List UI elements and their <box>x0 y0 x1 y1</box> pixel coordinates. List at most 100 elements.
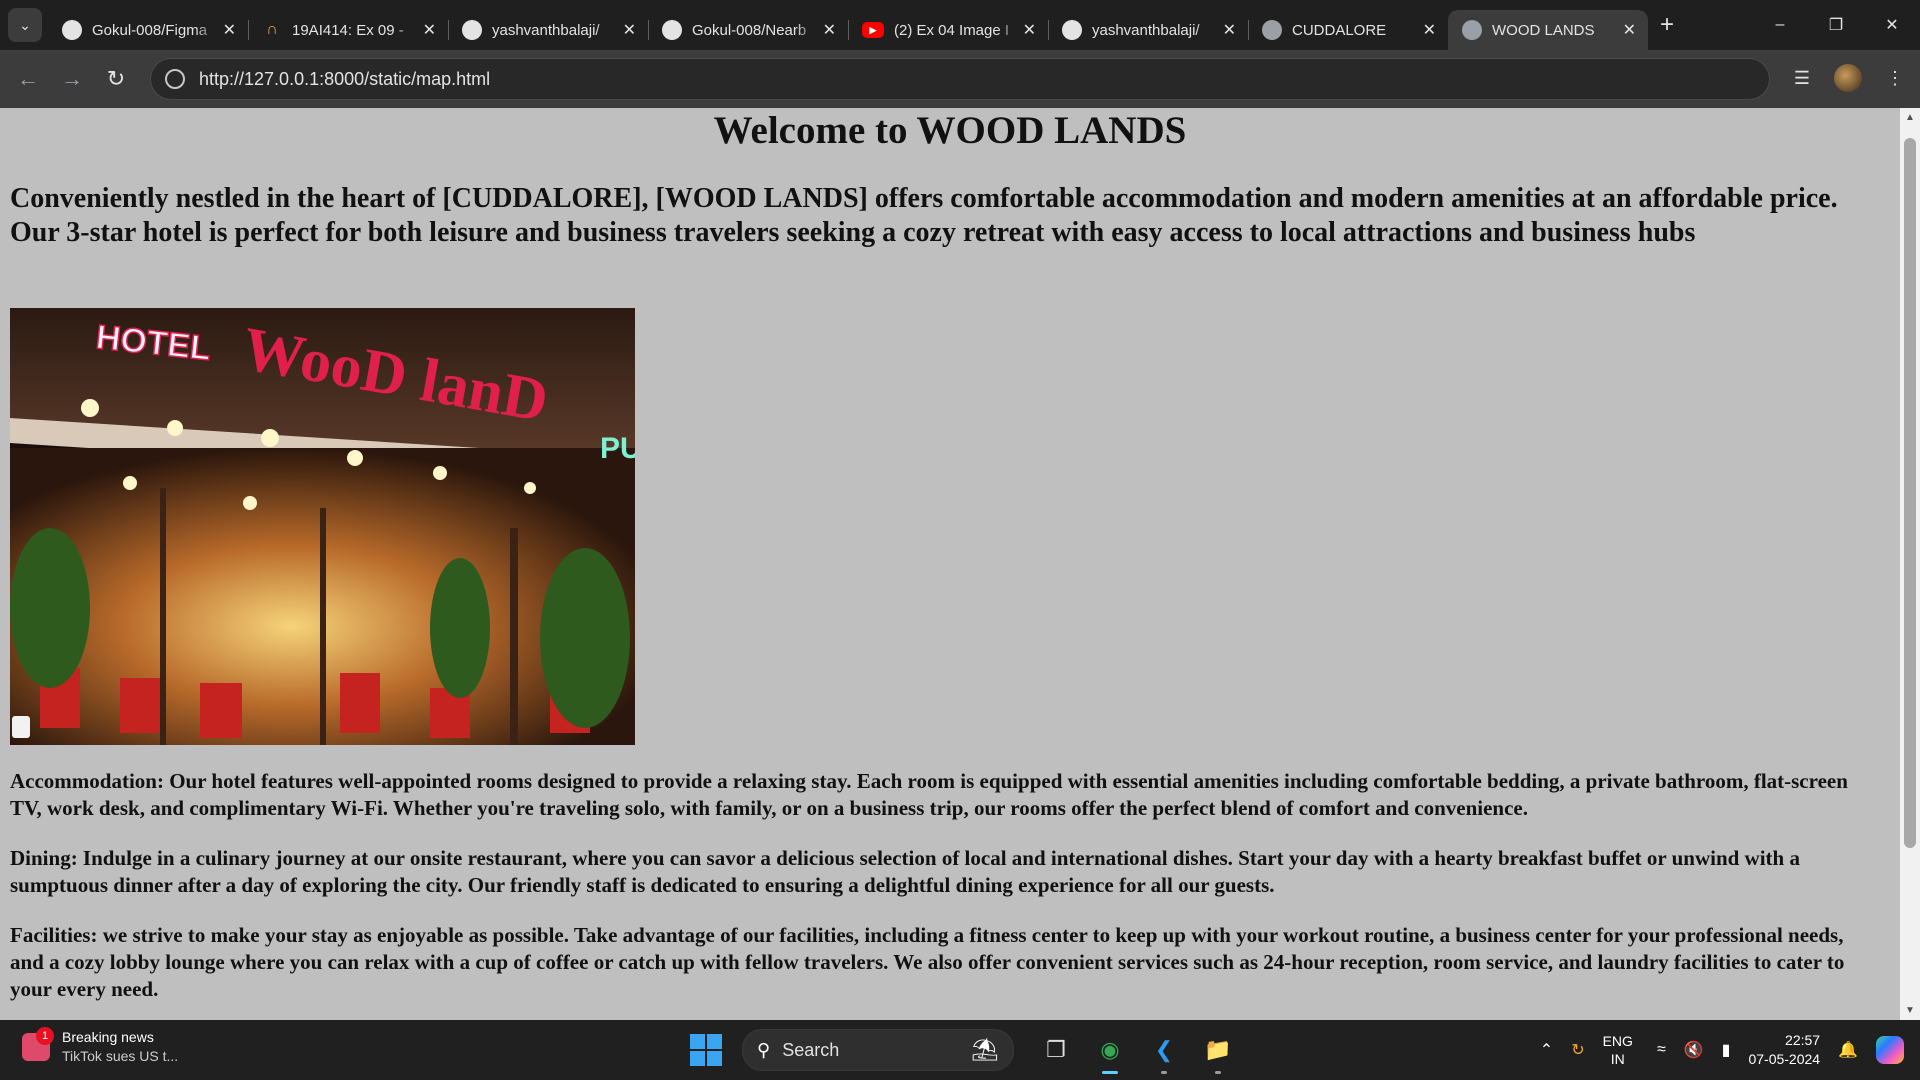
browser-tab[interactable]: yashvanthbalaji/ ✕ <box>448 10 648 50</box>
close-tab-icon[interactable]: ✕ <box>223 20 236 40</box>
taskbar-search[interactable]: ⚲ Search ⛱ <box>742 1029 1014 1071</box>
new-tab-button[interactable]: + <box>1660 11 1674 39</box>
close-window-icon[interactable]: ✕ <box>1864 0 1920 50</box>
globe-icon <box>1262 20 1282 40</box>
minimize-icon[interactable]: – <box>1752 0 1808 50</box>
search-icon: ⚲ <box>757 1039 771 1060</box>
restore-icon[interactable]: ❐ <box>1808 0 1864 50</box>
file-explorer-icon[interactable]: 📁 <box>1196 1028 1240 1074</box>
close-tab-icon[interactable]: ✕ <box>423 20 436 40</box>
site-info-icon[interactable] <box>165 69 185 89</box>
beach-umbrella-icon: ⛱ <box>971 1037 999 1062</box>
url-text: http://127.0.0.1:8000/static/map.html <box>199 68 491 89</box>
hotel-photo: HOTEL WooD lanD PUB <box>10 308 635 745</box>
github-icon <box>662 20 682 40</box>
tab-title: CUDDALORE <box>1292 21 1387 39</box>
clock[interactable]: 22:57 07-05-2024 <box>1748 1031 1820 1069</box>
profile-avatar[interactable] <box>1834 64 1862 92</box>
search-label: Search <box>782 1039 840 1060</box>
close-tab-icon[interactable]: ✕ <box>823 20 836 40</box>
globe-icon <box>1462 20 1482 40</box>
media-control-icon[interactable]: ☰ <box>1794 68 1810 89</box>
tab-title: yashvanthbalaji/ <box>492 21 600 39</box>
window-controls: – ❐ ✕ <box>1752 0 1920 50</box>
forward-arrow-icon: → <box>61 66 83 91</box>
github-icon <box>462 20 482 40</box>
chrome-app-icon[interactable]: ◉ <box>1088 1028 1132 1074</box>
github-icon <box>62 20 82 40</box>
tab-title: Gokul-008/Nearb <box>692 21 807 39</box>
tab-title: Gokul-008/Figma <box>92 21 208 39</box>
news-badge: 1 <box>36 1027 54 1045</box>
tab-title: yashvanthbalaji/ <box>1092 21 1200 39</box>
scroll-up-icon[interactable]: ▲ <box>1900 112 1920 123</box>
language-code: ENG <box>1602 1033 1633 1049</box>
browser-tab[interactable]: CUDDALORE ✕ <box>1248 10 1448 50</box>
battery-icon[interactable]: ▮ <box>1722 1040 1731 1060</box>
page-viewport: Welcome to WOOD LANDS Conveniently nestl… <box>0 108 1900 1020</box>
browser-tab[interactable]: Gokul-008/Nearb ✕ <box>648 10 848 50</box>
scrollbar-thumb[interactable] <box>1904 138 1916 848</box>
description-paragraph: Facilities: we strive to make your stay … <box>10 923 1845 1001</box>
browser-tabstrip: ⌄ Gokul-008/Figma ✕ ∩ 19AI414: Ex 09 - ✕ yash… <box>0 0 1920 50</box>
browser-toolbar: ← → ↻ http://127.0.0.1:8000/static/map.h… <box>0 50 1920 108</box>
close-tab-icon[interactable]: ✕ <box>623 20 636 40</box>
tray-overflow-icon[interactable]: ⌃ <box>1540 1040 1553 1060</box>
taskbar-apps: ⚲ Search ⛱ ❐ ◉ ❮ 📁 <box>690 1028 1240 1074</box>
tab-title: WOOD LANDS <box>1492 21 1595 39</box>
news-subtitle: TikTok sues US t... <box>62 1048 179 1064</box>
tab-title: (2) Ex 04 Image I <box>894 21 1010 39</box>
description-section: Accommodation: Our hotel features well-a… <box>10 768 1870 1020</box>
news-title: Breaking news <box>62 1029 154 1045</box>
news-icon: 1 <box>22 1027 54 1061</box>
close-tab-icon[interactable]: ✕ <box>1023 20 1036 40</box>
browser-tab[interactable]: Gokul-008/Figma ✕ <box>48 10 248 50</box>
system-tray: ⌃ ↻ ENG IN ≈ 🔇 ▮ 22:57 07-05-2024 🔔 <box>1540 1020 1920 1080</box>
description-paragraph: Accommodation: Our hotel features well-a… <box>10 769 1848 820</box>
toolbar-right: ☰ ⋮ <box>1794 64 1904 92</box>
clock-time: 22:57 <box>1785 1032 1821 1048</box>
scroll-down-icon[interactable]: ▼ <box>1900 1005 1920 1016</box>
browser-tab[interactable]: WOOD LANDS ✕ <box>1448 10 1648 50</box>
reload-icon: ↻ <box>106 66 126 91</box>
clock-date: 07-05-2024 <box>1748 1051 1821 1067</box>
notification-bell-icon[interactable]: 🔔 <box>1838 1040 1858 1060</box>
intro-heading: Conveniently nestled in the heart of [CU… <box>10 183 1838 248</box>
description-paragraph: Dining: Indulge in a culinary journey at… <box>10 846 1800 897</box>
news-widget[interactable]: 1 Breaking news TikTok sues US t... <box>22 1027 179 1066</box>
page-scrollbar[interactable]: ▲ ▼ <box>1900 108 1920 1020</box>
tab-title: 19AI414: Ex 09 - <box>292 21 404 39</box>
task-view-icon[interactable]: ❐ <box>1034 1028 1078 1072</box>
back-button[interactable]: ← <box>6 66 50 92</box>
browser-tab[interactable]: ∩ 19AI414: Ex 09 - ✕ <box>248 10 448 50</box>
close-tab-icon[interactable]: ✕ <box>1223 20 1236 40</box>
sync-icon[interactable]: ↻ <box>1571 1040 1584 1060</box>
youtube-icon: ▶ <box>862 22 884 38</box>
chevron-down-icon: ⌄ <box>19 16 31 33</box>
close-tab-icon[interactable]: ✕ <box>1423 20 1436 40</box>
wifi-icon[interactable]: ≈ <box>1657 1041 1666 1059</box>
hotel-photo-image: HOTEL WooD lanD PUB <box>10 308 635 745</box>
photo-sign-pub: PUB <box>600 432 635 465</box>
hackerrank-icon: ∩ <box>266 21 278 38</box>
language-indicator[interactable]: ENG IN <box>1603 1032 1633 1068</box>
close-tab-icon[interactable]: ✕ <box>1623 20 1636 40</box>
browser-tab[interactable]: yashvanthbalaji/ ✕ <box>1048 10 1248 50</box>
page-title: Welcome to WOOD LANDS <box>713 109 1187 152</box>
reload-button[interactable]: ↻ <box>94 66 138 92</box>
copilot-icon[interactable] <box>1876 1036 1904 1064</box>
tab-search-button[interactable]: ⌄ <box>8 8 42 42</box>
windows-taskbar: 1 Breaking news TikTok sues US t... ⚲ Se… <box>0 1020 1920 1080</box>
camera-icon[interactable] <box>12 716 30 738</box>
back-arrow-icon: ← <box>17 66 39 91</box>
address-bar[interactable]: http://127.0.0.1:8000/static/map.html <box>150 58 1770 100</box>
browser-tab[interactable]: ▶ (2) Ex 04 Image I ✕ <box>848 10 1048 50</box>
forward-button[interactable]: → <box>50 66 94 92</box>
start-button[interactable] <box>690 1034 722 1066</box>
tab-list: Gokul-008/Figma ✕ ∩ 19AI414: Ex 09 - ✕ yashva… <box>48 0 1648 50</box>
github-icon <box>1062 20 1082 40</box>
vscode-app-icon[interactable]: ❮ <box>1142 1028 1186 1074</box>
more-menu-icon[interactable]: ⋮ <box>1886 68 1904 89</box>
region-code: IN <box>1610 1051 1625 1067</box>
volume-muted-icon[interactable]: 🔇 <box>1684 1040 1704 1060</box>
